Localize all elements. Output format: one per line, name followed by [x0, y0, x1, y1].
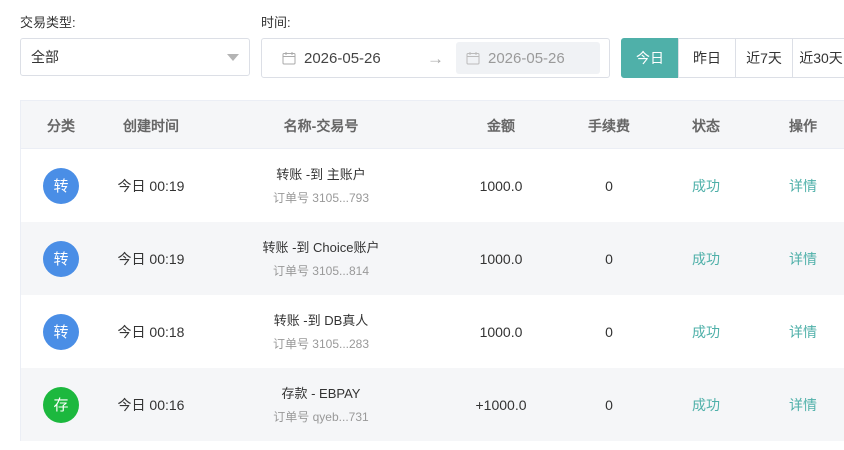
transaction-name: 存款 - EBPAY [281, 385, 361, 401]
category-cell: 转 [21, 149, 101, 222]
order-number: 订单号 3105...814 [272, 263, 370, 278]
header-status: 状态 [692, 117, 720, 134]
status-cell: 成功 [657, 149, 755, 222]
range-7days-button[interactable]: 近7天 [735, 38, 793, 78]
status-cell: 成功 [657, 295, 755, 368]
status-text: 成功 [692, 323, 720, 340]
time-label: 时间: [261, 15, 291, 30]
actions-cell: 详情 [755, 368, 844, 441]
category-badge: 转 [43, 167, 79, 204]
header-amount: 金额 [487, 117, 515, 134]
order-number: 订单号 3105...283 [272, 336, 370, 351]
range-yesterday-button[interactable]: 昨日 [678, 38, 736, 78]
table-header: 分类 创建时间 名称-交易号 金额 手续费 状态 操作 [20, 100, 844, 149]
fee-cell: 0 [605, 323, 613, 340]
category-cell: 转 [21, 222, 101, 295]
transaction-name: 转账 -到 Choice账户 [262, 239, 380, 255]
details-link[interactable]: 详情 [789, 249, 817, 269]
end-date-field[interactable]: 2026-05-26 [456, 42, 600, 74]
transaction-name: 转账 -到 DB真人 [273, 312, 369, 328]
details-link[interactable]: 详情 [789, 176, 817, 196]
status-text: 成功 [692, 250, 720, 267]
transactions-table: 分类 创建时间 名称-交易号 金额 手续费 状态 操作 转 今日 00:19 转… [20, 100, 844, 441]
created-time-cell: 今日 00:18 [117, 323, 185, 340]
header-actions: 操作 [789, 117, 817, 134]
calendar-icon [466, 52, 480, 65]
date-range-picker[interactable]: 2026-05-26 → 2026-05-26 [261, 38, 610, 78]
status-text: 成功 [692, 396, 720, 413]
name-cell: 转账 -到 DB真人 订单号 3105...283 [201, 295, 441, 368]
start-date-value: 2026-05-26 [304, 49, 381, 67]
transaction-type-select[interactable]: 全部 [20, 38, 250, 76]
category-cell: 转 [21, 295, 101, 368]
amount-cell: 1000.0 [479, 177, 523, 194]
fee-cell: 0 [605, 396, 613, 413]
category-cell: 存 [21, 368, 101, 441]
amount-cell: 1000.0 [479, 250, 523, 267]
actions-cell: 详情 [755, 222, 844, 295]
details-link[interactable]: 详情 [789, 395, 817, 415]
details-link[interactable]: 详情 [789, 322, 817, 342]
status-cell: 成功 [657, 368, 755, 441]
start-date-field[interactable]: 2026-05-26 [262, 39, 432, 77]
name-cell: 存款 - EBPAY 订单号 qyeb...731 [201, 368, 441, 441]
order-number: 订单号 qyeb...731 [273, 409, 369, 424]
range-30days-button[interactable]: 近30天 [792, 38, 844, 78]
range-separator-arrow: → [427, 49, 444, 68]
created-time-cell: 今日 00:16 [117, 396, 185, 413]
range-today-button[interactable]: 今日 [621, 38, 679, 78]
table-row: 转 今日 00:19 转账 -到 主账户 订单号 3105...793 1000… [20, 149, 844, 222]
transaction-type-value: 全部 [31, 49, 59, 65]
table-row: 转 今日 00:19 转账 -到 Choice账户 订单号 3105...814… [20, 222, 844, 295]
header-created-time: 创建时间 [123, 117, 179, 134]
chevron-down-icon [227, 54, 239, 61]
created-time-cell: 今日 00:19 [117, 177, 185, 194]
transaction-name: 转账 -到 主账户 [276, 166, 366, 182]
order-number: 订单号 3105...793 [272, 190, 370, 205]
fee-cell: 0 [605, 177, 613, 194]
actions-cell: 详情 [755, 295, 844, 368]
status-cell: 成功 [657, 222, 755, 295]
end-date-value: 2026-05-26 [488, 49, 565, 67]
header-category: 分类 [47, 117, 75, 134]
category-badge: 转 [43, 240, 79, 277]
amount-cell: +1000.0 [475, 396, 527, 413]
name-cell: 转账 -到 Choice账户 订单号 3105...814 [201, 222, 441, 295]
table-row: 转 今日 00:18 转账 -到 DB真人 订单号 3105...283 100… [20, 295, 844, 368]
transaction-type-label: 交易类型: [20, 15, 76, 30]
fee-cell: 0 [605, 250, 613, 267]
status-text: 成功 [692, 177, 720, 194]
created-time-cell: 今日 00:19 [117, 250, 185, 267]
name-cell: 转账 -到 主账户 订单号 3105...793 [201, 149, 441, 222]
header-fee: 手续费 [588, 117, 630, 134]
category-badge: 转 [43, 313, 79, 350]
header-name-transaction-id: 名称-交易号 [283, 117, 359, 134]
table-row: 存 今日 00:16 存款 - EBPAY 订单号 qyeb...731 +10… [20, 368, 844, 441]
amount-cell: 1000.0 [479, 323, 523, 340]
calendar-icon [282, 52, 296, 65]
actions-cell: 详情 [755, 149, 844, 222]
category-badge: 存 [43, 386, 79, 423]
